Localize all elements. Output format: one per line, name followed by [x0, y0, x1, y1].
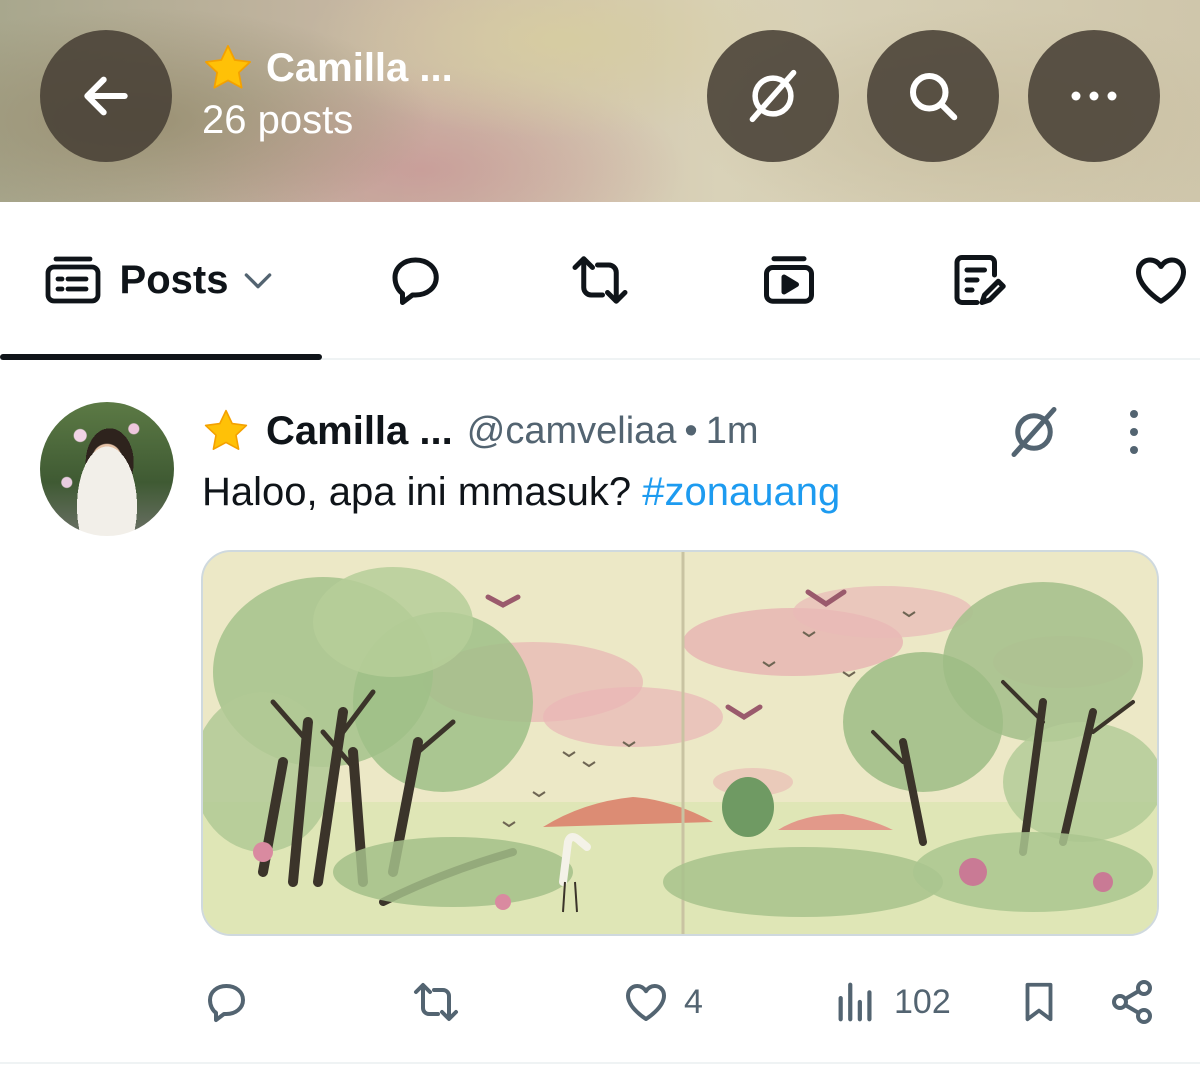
video-icon — [764, 256, 814, 304]
grok-button[interactable] — [707, 30, 839, 162]
like-button[interactable]: 4 — [622, 974, 703, 1030]
tab-replies[interactable] — [370, 202, 460, 358]
star-emoji-icon — [204, 409, 248, 450]
post-display-name[interactable]: Camilla ... — [266, 409, 453, 454]
chevron-down-icon[interactable] — [238, 260, 278, 300]
tab-likes[interactable] — [1116, 202, 1200, 358]
post-separator: • — [684, 409, 698, 452]
share-icon — [1112, 980, 1152, 1024]
back-button[interactable] — [40, 30, 172, 162]
search-icon — [910, 73, 958, 121]
more-button[interactable] — [1028, 30, 1160, 162]
analytics-icon — [838, 982, 872, 1022]
tab-reposts[interactable] — [555, 202, 645, 358]
star-emoji-icon — [205, 45, 251, 89]
profile-header: Camilla ... 26 posts — [0, 0, 1200, 202]
tab-posts-label: Posts — [119, 257, 229, 302]
bookmark-button[interactable] — [1016, 974, 1062, 1030]
bookmark-icon — [1025, 982, 1053, 1022]
tab-articles[interactable] — [932, 202, 1022, 358]
posts-tab-icon — [45, 256, 100, 304]
repost-icon — [414, 983, 458, 1021]
header-post-count: 26 posts — [202, 98, 354, 142]
tab-media[interactable] — [744, 202, 834, 358]
reply-icon — [208, 984, 245, 1022]
share-button[interactable] — [1108, 974, 1156, 1030]
article-icon — [954, 255, 1006, 305]
post-media-image[interactable] — [201, 550, 1159, 936]
back-arrow-icon — [84, 76, 128, 116]
post-handle[interactable]: @camveliaa — [467, 410, 677, 453]
post-body: Haloo, apa ini mmasuk? — [202, 470, 643, 514]
header-display-name: Camilla ... — [266, 45, 453, 90]
search-button[interactable] — [867, 30, 999, 162]
views-button[interactable]: 102 — [834, 974, 951, 1030]
view-count: 102 — [894, 982, 951, 1021]
repost-button[interactable] — [410, 974, 462, 1030]
avatar[interactable] — [40, 402, 174, 536]
post-text: Haloo, apa ini mmasuk? #zonauang — [202, 470, 840, 515]
like-count: 4 — [684, 982, 703, 1021]
header-title: Camilla ... 26 posts — [202, 42, 453, 143]
hashtag-link[interactable]: #zonauang — [642, 470, 840, 514]
grok-icon[interactable] — [1004, 402, 1064, 462]
reply-button[interactable] — [202, 974, 250, 1030]
post[interactable]: Camilla ... @camveliaa • 1m Haloo, apa i… — [0, 362, 1200, 1062]
post-header: Camilla ... @camveliaa • 1m — [202, 406, 759, 456]
reply-icon — [392, 257, 439, 305]
active-tab-indicator — [0, 354, 322, 360]
heart-icon — [626, 984, 666, 1021]
heart-icon — [1136, 257, 1186, 304]
post-timestamp[interactable]: 1m — [706, 410, 759, 453]
grok-icon — [749, 69, 797, 123]
repost-icon — [572, 256, 628, 304]
landscape-illustration — [203, 552, 1157, 934]
post-actions: 4 102 — [0, 974, 1200, 1030]
tab-posts[interactable]: Posts — [0, 202, 322, 360]
more-horizontal-icon — [1071, 91, 1117, 101]
divider — [0, 1062, 1200, 1064]
profile-tabs: Posts — [0, 202, 1200, 360]
more-vertical-icon[interactable] — [1114, 406, 1154, 458]
